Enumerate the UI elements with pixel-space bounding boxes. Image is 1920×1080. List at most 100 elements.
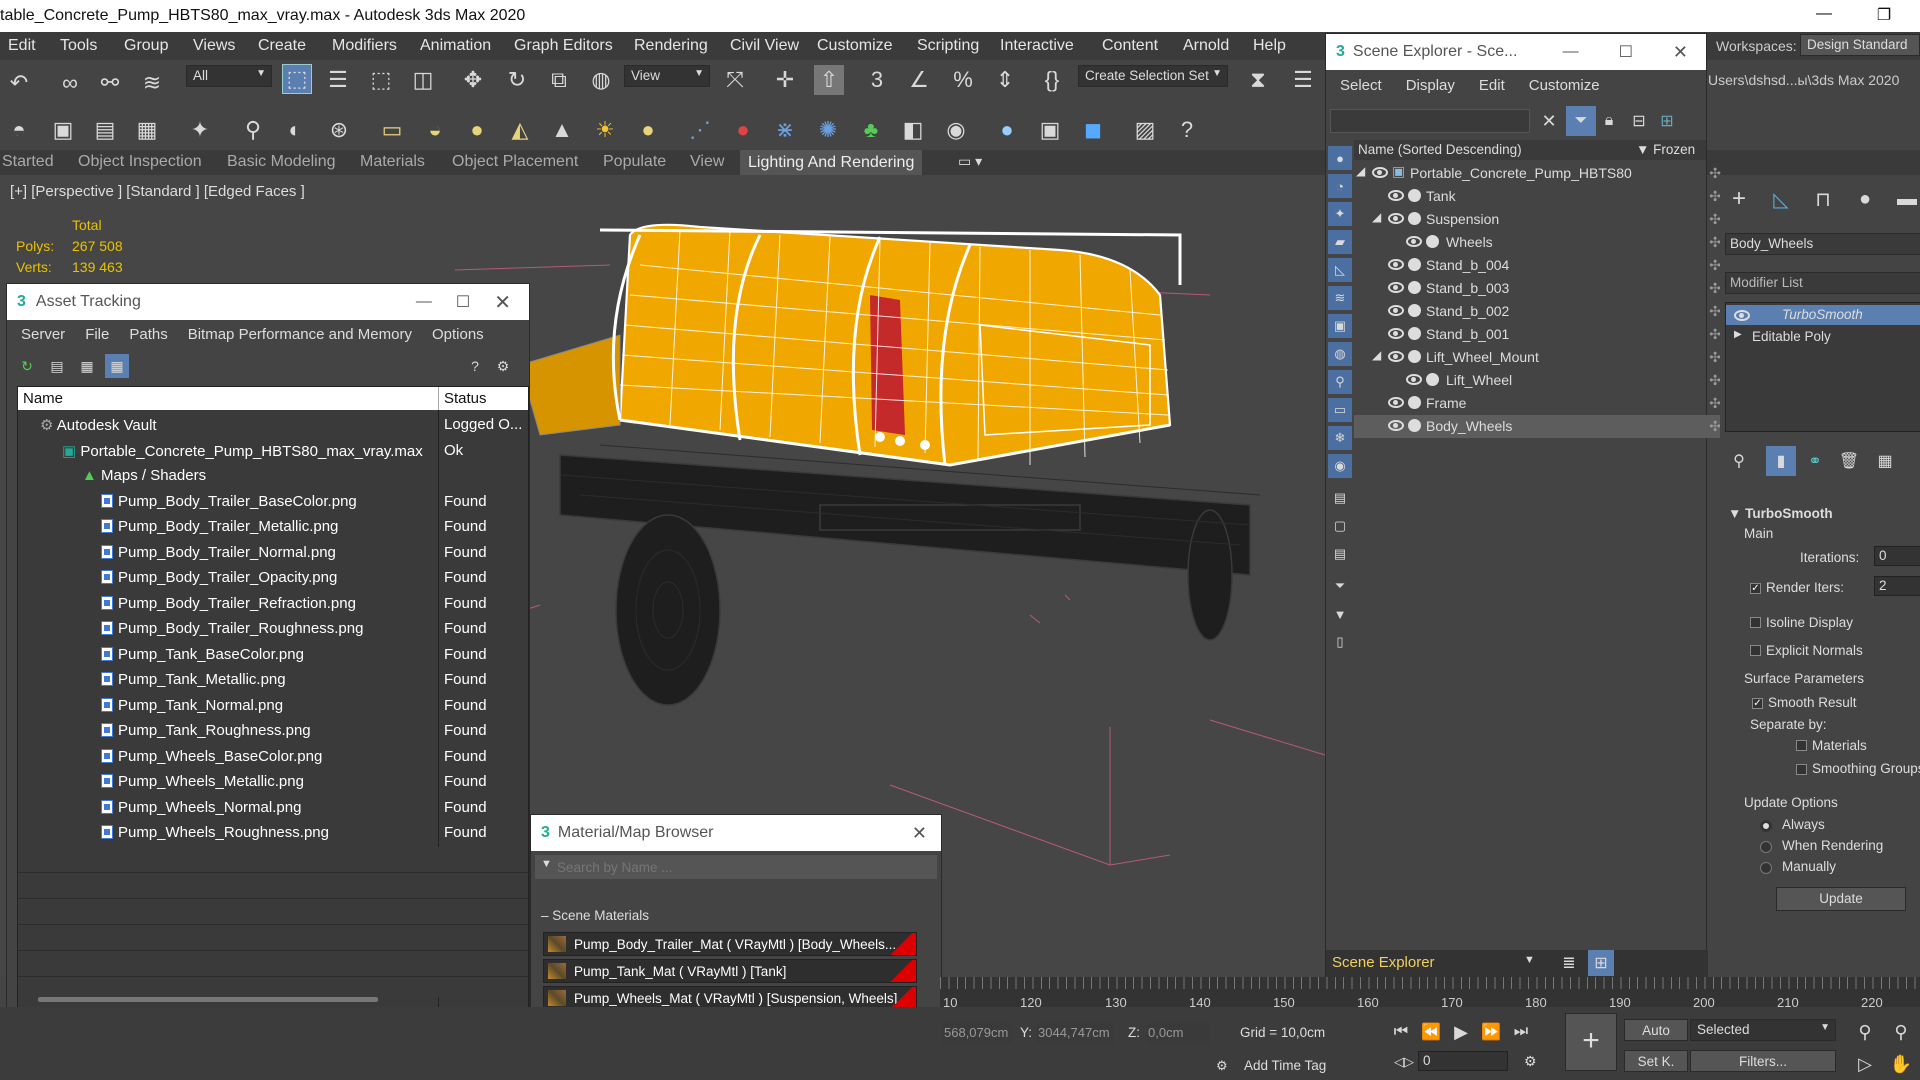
named-selection-set-dropdown[interactable]: Create Selection Set ▼ — [1078, 65, 1228, 87]
update-button[interactable]: Update — [1776, 887, 1906, 911]
clear-search-icon[interactable]: ✕ — [1534, 106, 1564, 136]
group-filter-icon[interactable]: ▣ — [1328, 314, 1352, 338]
asset-row[interactable]: ⚙ Autodesk Vault Logged O... — [18, 412, 528, 438]
link-icon[interactable]: ∞ — [55, 68, 85, 98]
current-frame-field[interactable]: 0 — [1418, 1051, 1508, 1071]
options-icon[interactable]: ⚙ — [491, 354, 515, 378]
window-crossing-icon[interactable]: ◫ — [408, 65, 438, 95]
list-view-icon[interactable]: ▤ — [45, 354, 69, 378]
material-icon[interactable]: ● — [728, 115, 758, 145]
field-of-view-icon[interactable]: ▷ — [1850, 1049, 1880, 1079]
reference-coord-dropdown[interactable]: View ▼ — [624, 65, 710, 87]
render-setup-icon[interactable]: ▣ — [48, 115, 78, 145]
table-view-icon[interactable]: ▦ — [105, 354, 129, 378]
tab-basic-modeling[interactable]: Basic Modeling — [227, 153, 336, 171]
menu-scripting[interactable]: Scripting — [917, 37, 979, 55]
asset-row[interactable]: Pump_Tank_Roughness.png Found — [18, 718, 528, 744]
asset-row[interactable]: Pump_Tank_Normal.png Found — [18, 693, 528, 719]
iterations-spinner[interactable]: 0 — [1874, 546, 1920, 566]
select-manipulate-icon[interactable]: ✛ — [770, 65, 800, 95]
pin-stack-icon[interactable]: ⚲ — [1724, 446, 1754, 476]
asset-row[interactable]: Pump_Wheels_BaseColor.png Found — [18, 744, 528, 770]
close-icon[interactable]: ✕ — [494, 290, 511, 315]
key-mode-icon[interactable]: ◁▷ — [1394, 1054, 1414, 1070]
hierarchy-tab-icon[interactable]: ⊓ — [1808, 184, 1838, 214]
asset-row[interactable]: Pump_Wheels_Normal.png Found — [18, 795, 528, 821]
render-iters-spinner[interactable]: 2 — [1874, 576, 1920, 596]
tree-item[interactable]: Frame ✣ — [1354, 392, 1729, 415]
tab-object-inspection[interactable]: Object Inspection — [78, 153, 202, 171]
modifier-list-dropdown[interactable]: Modifier List — [1725, 272, 1920, 294]
menu-interactive[interactable]: Interactive — [1000, 37, 1074, 55]
material-browser-titlebar[interactable]: 3 Material/Map Browser ✕ — [531, 815, 941, 851]
ies-light-icon[interactable]: ● — [633, 115, 663, 145]
ribbon-toggle-icon[interactable]: ▭ ▾ — [958, 153, 982, 170]
show-end-result-icon[interactable]: ▮ — [1766, 446, 1796, 476]
asset-row[interactable]: ▲ Maps / Shaders — [18, 463, 528, 489]
xref-filter-icon[interactable]: ◍ — [1328, 342, 1352, 366]
rectangular-selection-icon[interactable]: ⬚ — [366, 65, 396, 95]
rendered-frame-window-icon[interactable]: ▤ — [90, 115, 120, 145]
material-item[interactable]: Pump_Body_Trailer_Mat ( VRayMtl ) [Body_… — [543, 932, 917, 956]
remove-modifier-icon[interactable]: 🗑︎ — [1834, 446, 1864, 476]
layer-icon[interactable]: ⊞ — [1652, 106, 1682, 136]
play-icon[interactable]: ▶ — [1446, 1017, 1476, 1047]
object-name-field[interactable]: Body_Wheels — [1725, 233, 1920, 255]
menu-modifiers[interactable]: Modifiers — [332, 37, 397, 55]
when-rendering-radio[interactable] — [1760, 841, 1772, 853]
unlink-icon[interactable]: ⚯ — [95, 68, 125, 98]
camera-filter-icon[interactable]: ▰ — [1328, 230, 1352, 254]
scatter-icon[interactable]: ⋇ — [770, 115, 800, 145]
angle-snap-icon[interactable]: ∠ — [904, 65, 934, 95]
tree-item[interactable]: ◢ ▣ Portable_Concrete_Pump_HBTS80 ✣ — [1354, 162, 1729, 185]
help-icon[interactable]: ? — [463, 354, 487, 378]
menu-content[interactable]: Content — [1102, 37, 1158, 55]
percent-snap-icon[interactable]: % — [948, 65, 978, 95]
menu-graph-editors[interactable]: Graph Editors — [514, 37, 613, 55]
at-menu-paths[interactable]: Paths — [129, 326, 167, 343]
render-icon[interactable]: ▦ — [132, 115, 162, 145]
tab-materials[interactable]: Materials — [360, 153, 425, 171]
asset-row[interactable]: Pump_Body_Trailer_Refraction.png Found — [18, 591, 528, 617]
se-menu-display[interactable]: Display — [1406, 77, 1455, 94]
maximize-icon[interactable]: ☐ — [1619, 42, 1633, 62]
menu-rendering[interactable]: Rendering — [634, 37, 708, 55]
create-tab-icon[interactable]: + — [1724, 184, 1754, 214]
select-object-icon[interactable]: ⬚ — [282, 64, 312, 94]
project-path[interactable]: Users\dshsd...ы\3ds Max 2020 — [1708, 72, 1899, 88]
shape-filter-icon[interactable]: ◔ — [1328, 174, 1352, 198]
key-filters-button[interactable]: Filters... — [1690, 1050, 1836, 1072]
rotate-icon[interactable]: ↻ — [502, 65, 532, 95]
detail-view-icon[interactable]: ▦ — [75, 354, 99, 378]
tab-lighting-and-rendering[interactable]: Lighting And Rendering — [740, 150, 923, 175]
spot-icon[interactable]: ▲ — [547, 115, 577, 145]
hidden-filter-icon[interactable]: ◉ — [1328, 454, 1352, 478]
align-icon[interactable]: ☰ — [1288, 65, 1318, 95]
col-status[interactable]: Status — [444, 390, 487, 407]
asset-tracking-titlebar[interactable]: 3 Asset Tracking — ☐ ✕ — [7, 284, 529, 320]
spacewarp-filter-icon[interactable]: ≋ — [1328, 286, 1352, 310]
asset-row[interactable]: Pump_Body_Trailer_Metallic.png Found — [18, 514, 528, 540]
tree-item[interactable]: Stand_b_002 ✣ — [1354, 300, 1729, 323]
edit-named-selection-icon[interactable]: {} — [1037, 65, 1067, 95]
sphere-icon[interactable]: ● — [462, 115, 492, 145]
smoothing-groups-checkbox[interactable] — [1796, 764, 1807, 775]
search-options-icon[interactable]: ▼ — [541, 858, 552, 870]
scene-explorer-dropdown[interactable]: Scene Explorer — [1332, 954, 1435, 971]
sun-icon[interactable]: ◐ — [280, 115, 310, 145]
filter-funnel-icon[interactable]: ▼ — [1328, 602, 1352, 626]
asset-row[interactable]: Pump_Body_Trailer_Roughness.png Found — [18, 616, 528, 642]
asset-row[interactable]: Pump_Body_Trailer_Opacity.png Found — [18, 565, 528, 591]
manually-radio[interactable] — [1760, 862, 1772, 874]
rendering-toolbar-icon[interactable]: ◓ — [4, 115, 34, 145]
lock-icon[interactable]: 🔒︎ — [1594, 106, 1624, 136]
zoom-icon[interactable]: ⚲ — [1850, 1017, 1880, 1047]
scene-explorer-titlebar[interactable]: 3 Scene Explorer - Sce... — ☐ ✕ — [1326, 34, 1706, 70]
frame-buffer-icon[interactable]: ◼ — [1078, 115, 1108, 145]
bind-space-warp-icon[interactable]: ≋ — [137, 68, 167, 98]
scene-search-input[interactable] — [1330, 109, 1530, 133]
always-radio[interactable] — [1760, 820, 1772, 832]
set-key-big-icon[interactable]: + — [1565, 1013, 1617, 1071]
fur-icon[interactable]: ✺ — [813, 115, 843, 145]
tree-item[interactable]: Stand_b_003 ✣ — [1354, 277, 1729, 300]
